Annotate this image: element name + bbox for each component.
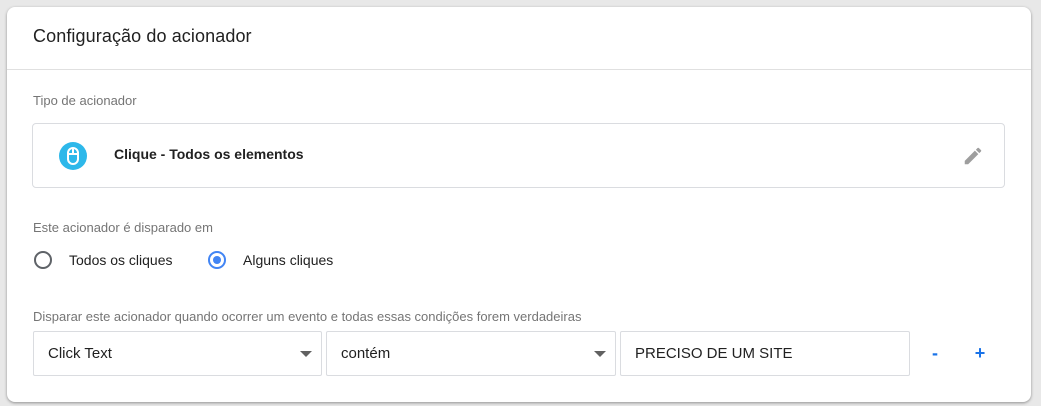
dropdown-arrow-icon bbox=[594, 351, 606, 357]
add-condition-button[interactable]: + bbox=[969, 341, 991, 365]
trigger-type-label: Tipo de acionador bbox=[33, 93, 137, 108]
pencil-icon[interactable] bbox=[962, 145, 984, 167]
fires-on-label: Este acionador é disparado em bbox=[33, 220, 213, 235]
radio-unchecked-icon[interactable] bbox=[34, 251, 52, 269]
dropdown-arrow-icon bbox=[300, 351, 312, 357]
condition-value-input[interactable] bbox=[620, 331, 910, 376]
radio-checked-icon[interactable] bbox=[208, 251, 226, 269]
trigger-config-panel: Configuração do acionador Tipo de aciona… bbox=[7, 7, 1031, 402]
radio-some-clicks-label: Alguns cliques bbox=[243, 252, 334, 268]
trigger-type-name: Clique - Todos os elementos bbox=[114, 146, 304, 162]
mouse-icon bbox=[59, 142, 87, 170]
panel-header: Configuração do acionador bbox=[7, 7, 1031, 70]
trigger-type-selector[interactable]: Clique - Todos os elementos bbox=[32, 123, 1005, 188]
variable-select-value: Click Text bbox=[48, 345, 112, 362]
operator-select-value: contém bbox=[341, 345, 391, 362]
operator-select[interactable]: contém bbox=[326, 331, 616, 376]
conditions-label: Disparar este acionador quando ocorrer u… bbox=[33, 309, 582, 324]
variable-select[interactable]: Click Text bbox=[33, 331, 322, 376]
radio-all-clicks-label: Todos os cliques bbox=[69, 252, 173, 268]
panel-title: Configuração do acionador bbox=[33, 26, 252, 46]
remove-condition-button[interactable]: - bbox=[924, 341, 946, 365]
